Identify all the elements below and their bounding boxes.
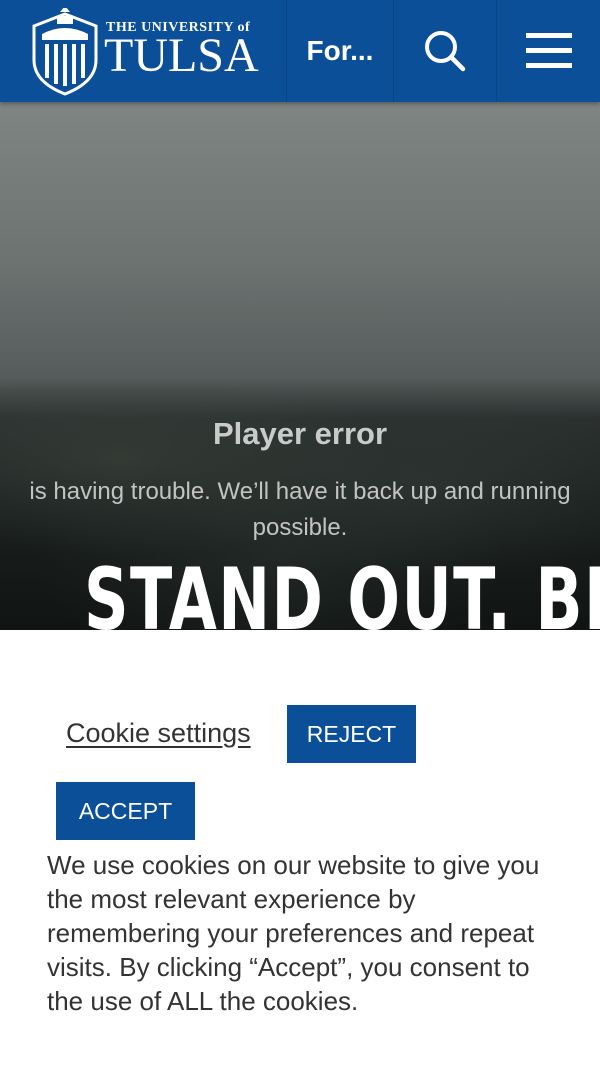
player-error-message: is having trouble. We’ll have it back up… bbox=[29, 478, 571, 541]
hero-headline: STAND OUT. BELONG bbox=[83, 550, 600, 630]
reject-cookies-button[interactable]: REJECT bbox=[287, 705, 416, 763]
hamburger-menu-icon bbox=[525, 33, 572, 68]
university-crest-icon bbox=[32, 8, 98, 96]
main-menu-button[interactable] bbox=[497, 0, 600, 102]
for-audience-menu[interactable]: For... bbox=[287, 0, 394, 102]
search-button[interactable] bbox=[394, 0, 497, 102]
logo-tulsa-text: TULSA bbox=[104, 29, 259, 82]
cookie-consent-message: We use cookies on our website to give yo… bbox=[47, 850, 540, 1016]
player-error-title: Player error bbox=[212, 416, 388, 451]
hero-video-section[interactable]: Player error is having trouble. We’ll ha… bbox=[0, 102, 600, 630]
accept-cookies-button[interactable]: ACCEPT bbox=[56, 782, 195, 840]
university-logo[interactable]: THE UNIVERSITY of TULSA bbox=[0, 0, 287, 102]
site-header: THE UNIVERSITY of TULSA For... bbox=[0, 0, 600, 102]
search-icon bbox=[425, 31, 466, 72]
cookie-consent-banner: Cookie settings REJECT ACCEPT We use coo… bbox=[0, 630, 600, 1065]
cookie-settings-link[interactable]: Cookie settings bbox=[66, 718, 251, 749]
